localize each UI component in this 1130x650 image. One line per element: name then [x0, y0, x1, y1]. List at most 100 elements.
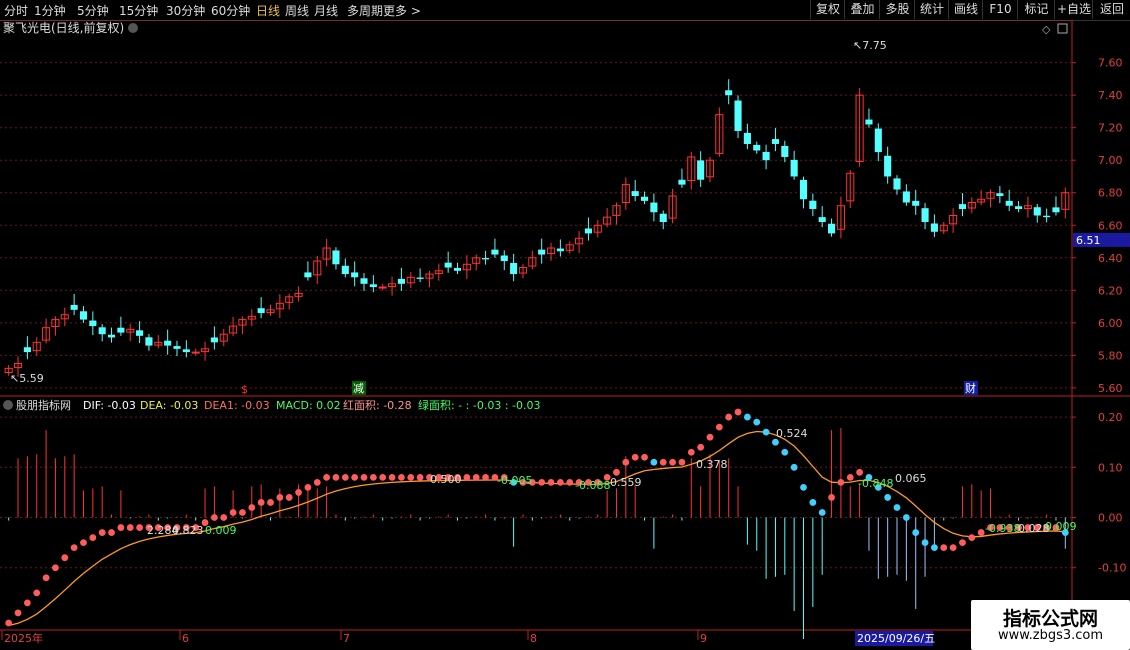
dif-dot: [931, 544, 938, 552]
dif-dot: [837, 478, 845, 486]
candle-body: [865, 119, 873, 125]
current-price-label: 6.51: [1076, 234, 1101, 247]
high-marker: ↖7.75: [853, 39, 887, 52]
indicator-tick-label: 0.10: [1098, 461, 1123, 474]
dif-dot: [267, 499, 274, 506]
dif-dot: [706, 433, 714, 441]
dif-dot: [566, 478, 574, 486]
low-marker: ↖5.59: [10, 372, 44, 385]
dif-dot: [697, 443, 705, 451]
candle-body: [818, 217, 826, 223]
indicator-header-name: 股朋指标网: [16, 398, 71, 412]
dif-dot: [631, 453, 639, 461]
dif-dot: [369, 473, 377, 481]
dif-dot: [416, 473, 424, 481]
dif-dot: [220, 514, 228, 521]
watermark-title: 指标公式网: [1002, 608, 1098, 630]
candle-body: [1015, 206, 1023, 209]
price-tick-label: 6.80: [1098, 187, 1123, 200]
dif-dot: [800, 483, 807, 491]
candle-body: [98, 327, 106, 335]
indicator-annotation: 0.009: [205, 524, 237, 537]
candle-body: [369, 284, 377, 288]
toolbar-btn-0[interactable]: 复权: [810, 0, 845, 19]
dif-dot: [912, 529, 920, 536]
dif-dot: [753, 418, 761, 426]
candle-body: [257, 308, 265, 314]
dif-dot: [210, 514, 218, 521]
dif-dot: [407, 473, 415, 481]
candle-body: [725, 90, 733, 96]
candle-body: [1005, 200, 1013, 206]
indicator-tick-label: 0.20: [1098, 411, 1123, 424]
kline-chart[interactable]: 7.60 7.40 7.20 7.00 6.80 6.60 6.40 6.20 6.00 5.80…: [0, 20, 1130, 650]
dif-dot: [257, 499, 265, 506]
dif-dot: [734, 408, 742, 416]
candle-body: [640, 196, 649, 201]
dif-dot: [743, 413, 751, 421]
dif-dot: [687, 448, 695, 456]
indicator-annotation: -0.938: [985, 522, 1020, 535]
candle-body: [341, 265, 349, 275]
dif-dot: [884, 494, 892, 501]
candle-body: [351, 272, 359, 278]
indicator-header-dif: DIF: -0.03: [83, 399, 136, 412]
candle-body: [453, 268, 462, 271]
price-tick-label: 6.60: [1098, 219, 1123, 232]
maximize-icon: [1057, 23, 1068, 34]
toolbar-btn-3[interactable]: 统计: [914, 0, 949, 19]
candle-body: [482, 258, 490, 260]
dif-dot: [828, 494, 835, 501]
candle-body: [827, 223, 836, 234]
candle-body: [958, 204, 967, 209]
period-0-button[interactable]: 分时: [4, 2, 28, 19]
candle-body: [89, 320, 97, 327]
dif-dot: [678, 458, 686, 466]
cursor-date-label: 2025/09/26/五: [857, 632, 935, 645]
dif-dot: [23, 599, 31, 607]
dif-dot: [856, 468, 864, 476]
indicator-tick-label: 0.00: [1098, 512, 1123, 525]
watermark-url: www.zbgs3.com: [997, 628, 1104, 643]
toolbar-btn-8[interactable]: 返回: [1092, 0, 1130, 19]
period-1-button[interactable]: 1分钟: [34, 2, 66, 19]
dif-dot: [341, 473, 349, 481]
period-2-button[interactable]: 5分钟: [77, 2, 109, 19]
dif-dot: [379, 473, 387, 481]
candle-body: [734, 100, 742, 131]
dif-dot: [556, 478, 564, 486]
dif-dot: [809, 499, 817, 506]
period-9-button[interactable]: 多周期: [347, 2, 383, 19]
period-5-button[interactable]: 60分钟: [211, 2, 250, 19]
toolbar-btn-6[interactable]: 标记: [1017, 0, 1055, 19]
dif-dot: [42, 574, 50, 582]
dif-dot: [547, 478, 555, 486]
candle-body: [902, 191, 910, 203]
dif-dot: [762, 428, 770, 436]
period-4-button[interactable]: 30分钟: [166, 2, 205, 19]
dif-dot: [622, 458, 630, 466]
dif-dot: [332, 473, 340, 481]
event-marker-dividend: $: [241, 383, 248, 396]
dif-dot: [33, 589, 41, 597]
dif-dot: [14, 609, 22, 617]
candle-body: [790, 159, 798, 177]
price-tick-label: 6.20: [1098, 284, 1123, 297]
period-3-button[interactable]: 15分钟: [119, 2, 158, 19]
toolbar-btn-2[interactable]: 多股: [879, 0, 915, 19]
candle-body: [145, 337, 153, 346]
toolbar-btn-1[interactable]: 叠加: [844, 0, 880, 19]
toolbar-btn-4[interactable]: 画线: [948, 0, 983, 19]
diamond-icon: ◇: [1042, 23, 1051, 36]
period-8-button[interactable]: 月线: [314, 2, 338, 19]
period-7-button[interactable]: 周线: [285, 2, 309, 19]
toolbar-btn-5[interactable]: F10: [982, 0, 1018, 19]
candle-body: [136, 330, 144, 336]
toolbar-btn-7[interactable]: +自选: [1054, 0, 1093, 19]
dif-dot: [921, 539, 929, 547]
price-tick-label: 7.60: [1098, 57, 1123, 70]
period-6-button[interactable]: 日线: [256, 2, 280, 19]
period-10-button[interactable]: 更多 >: [383, 2, 421, 19]
candle-body: [930, 223, 938, 232]
candle-body: [1033, 207, 1041, 216]
